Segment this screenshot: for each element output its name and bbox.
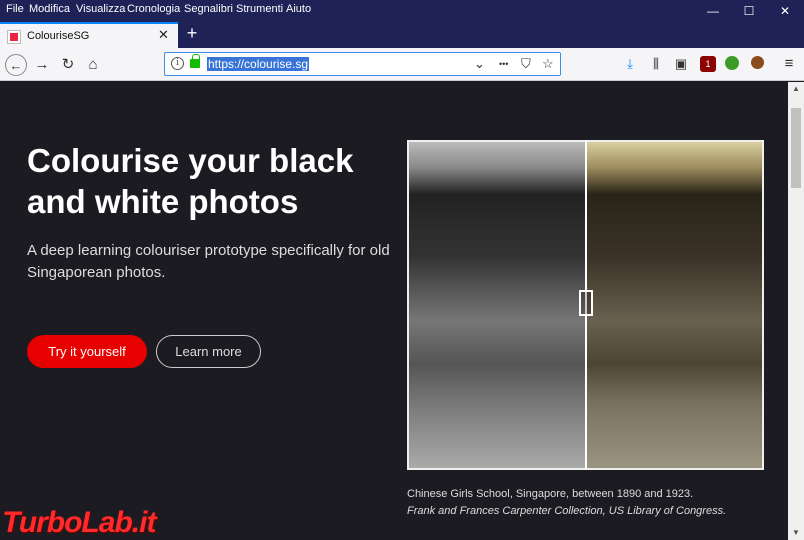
reload-button[interactable]: ↻ bbox=[57, 54, 79, 76]
scrollbar-thumb[interactable] bbox=[791, 108, 801, 188]
new-tab-button[interactable]: + bbox=[184, 22, 200, 44]
extension-check-icon[interactable] bbox=[725, 56, 739, 70]
page-content: Colourise your black and white photos A … bbox=[0, 82, 788, 540]
turbolab-watermark: TurboLab.it bbox=[2, 506, 156, 539]
scroll-down-icon[interactable]: ▼ bbox=[788, 526, 804, 540]
sidebar-icon[interactable]: ▣ bbox=[673, 56, 689, 72]
site-info-icon[interactable]: i bbox=[171, 57, 184, 70]
site-favicon-icon bbox=[7, 30, 21, 44]
photo-credit: Frank and Frances Carpenter Collection, … bbox=[407, 505, 727, 517]
bookmark-star-icon[interactable]: ☆ bbox=[542, 56, 554, 72]
ublock-icon[interactable]: 1 bbox=[700, 56, 716, 72]
back-button[interactable]: ← bbox=[5, 54, 27, 76]
minimize-button[interactable]: — bbox=[695, 0, 731, 22]
menu-strumenti[interactable]: Strumenti bbox=[236, 3, 283, 15]
home-button[interactable]: ⌂ bbox=[82, 54, 104, 76]
hamburger-menu-icon[interactable]: ≡ bbox=[781, 56, 797, 72]
extension-cookie-icon[interactable] bbox=[751, 56, 764, 69]
page-actions-icon[interactable]: ••• bbox=[499, 59, 508, 69]
black-white-photo-half bbox=[409, 142, 585, 468]
menu-visualizza[interactable]: Visualizza bbox=[76, 3, 125, 15]
vertical-scrollbar[interactable]: ▲ ▼ bbox=[788, 82, 804, 540]
learn-more-button[interactable]: Learn more bbox=[156, 335, 261, 368]
photo-caption: Chinese Girls School, Singapore, between… bbox=[407, 488, 694, 500]
url-text[interactable]: https://colourise.sg bbox=[207, 57, 310, 71]
secure-lock-icon[interactable] bbox=[190, 54, 200, 68]
scroll-up-icon[interactable]: ▲ bbox=[788, 82, 804, 96]
menu-bar: File Modifica Visualizza Cronologia Segn… bbox=[0, 0, 804, 20]
menu-segnalibri[interactable]: Segnalibri bbox=[184, 3, 233, 15]
try-it-yourself-button[interactable]: Try it yourself bbox=[27, 335, 147, 368]
hero-subtitle: A deep learning colouriser prototype spe… bbox=[27, 242, 390, 281]
menu-modifica[interactable]: Modifica bbox=[29, 3, 70, 15]
close-window-button[interactable]: ✕ bbox=[767, 0, 803, 22]
maximize-button[interactable]: ☐ bbox=[731, 0, 767, 22]
menu-cronologia[interactable]: Cronologia bbox=[127, 3, 180, 15]
url-dropdown-icon[interactable]: ⌄ bbox=[474, 56, 485, 72]
pocket-icon[interactable]: ⛉ bbox=[521, 56, 531, 72]
library-icon[interactable]: ⫼ bbox=[648, 56, 664, 72]
tab-coloursesg[interactable]: ColouriseSG ✕ bbox=[0, 22, 178, 48]
colourised-photo-half bbox=[585, 142, 762, 468]
tab-strip: ColouriseSG ✕ bbox=[0, 20, 804, 48]
download-icon[interactable]: ⤓ bbox=[622, 56, 638, 72]
menu-file[interactable]: File bbox=[6, 3, 24, 15]
hero-headline: Colourise your black and white photos bbox=[27, 142, 354, 220]
navigation-toolbar: ← → ↻ ⌂ i https://colourise.sg ⌄ ••• ⛉ ☆… bbox=[0, 48, 804, 81]
forward-button[interactable]: → bbox=[31, 54, 53, 76]
address-bar[interactable]: i https://colourise.sg ⌄ ••• ⛉ ☆ bbox=[164, 52, 561, 76]
before-after-photo[interactable] bbox=[407, 140, 764, 470]
close-tab-icon[interactable]: ✕ bbox=[158, 27, 169, 43]
tab-title: ColouriseSG bbox=[27, 30, 90, 42]
comparison-slider-handle[interactable] bbox=[579, 290, 593, 316]
menu-aiuto[interactable]: Aiuto bbox=[286, 3, 311, 15]
